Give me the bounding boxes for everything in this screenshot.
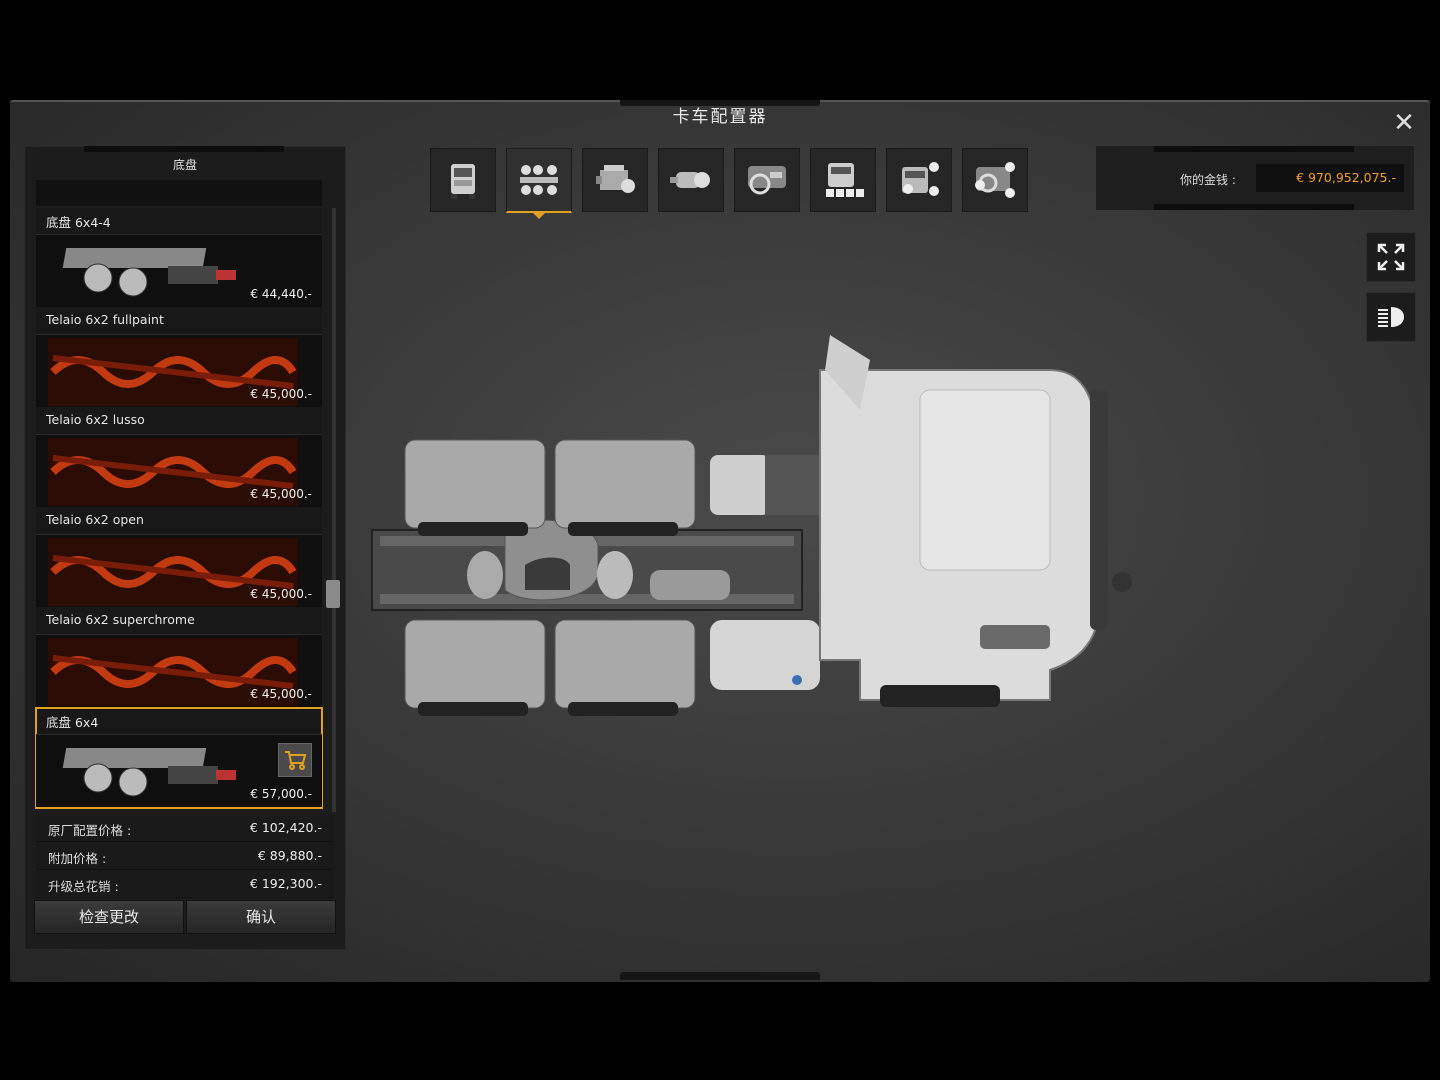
item-price: € 44,440.-	[250, 287, 312, 301]
money-label: 你的金钱 :	[1180, 173, 1236, 187]
list-item[interactable]: Telaio 6x2 open € 45,000.-	[36, 508, 322, 608]
tab-interior[interactable]	[734, 148, 800, 212]
cart-icon	[285, 751, 307, 770]
list-item[interactable]: 底盘 6x4-4 € 44,440.-	[36, 208, 322, 308]
summary-row: 升级总花销 : € 192,300.-	[36, 870, 334, 898]
money-panel: 你的金钱 : € 970,952,075.-	[1096, 146, 1414, 210]
list-item[interactable]: Telaio 6x2 fullpaint € 45,000.-	[36, 308, 322, 408]
tab-exterior-accessories[interactable]	[886, 148, 952, 212]
price-summary: 原厂配置价格 : € 102,420.- 附加价格 : € 89,880.- 升…	[36, 814, 334, 898]
parts-panel: 底盘 底盘 6x4-4 € 44,440.- Telaio 6x2 fullpa…	[24, 146, 346, 950]
item-label: 底盘 6x4-4	[46, 215, 111, 230]
tab-chassis[interactable]	[506, 148, 572, 219]
item-price: € 45,000.-	[250, 387, 312, 401]
title-tab-bottom	[620, 972, 820, 980]
summary-value: € 192,300.-	[249, 876, 322, 891]
fullscreen-button[interactable]	[1366, 232, 1416, 282]
item-price: € 45,000.-	[250, 487, 312, 501]
chassis-icon	[520, 165, 558, 195]
parts-list: 底盘 6x4-4 € 44,440.- Telaio 6x2 fullpaint…	[35, 208, 323, 809]
summary-label: 升级总花销 :	[48, 879, 119, 894]
interior-accessories-icon	[975, 162, 1015, 198]
list-item-selected[interactable]: 底盘 6x4 € 57,000.-	[35, 707, 323, 809]
item-label: Telaio 6x2 open	[46, 512, 144, 527]
money-panel-bottom-bar	[1154, 204, 1354, 210]
list-scrollbar[interactable]	[332, 208, 336, 812]
tab-engine[interactable]	[582, 148, 648, 212]
truck-preview[interactable]	[360, 330, 1150, 730]
panel-top-bar	[84, 146, 284, 152]
confirm-button[interactable]: 确认	[186, 900, 336, 934]
fullscreen-icon	[1377, 243, 1405, 271]
summary-label: 附加价格 :	[48, 851, 107, 866]
scrollbar-thumb[interactable]	[326, 580, 340, 608]
item-price: € 45,000.-	[250, 587, 312, 601]
list-item[interactable]: Telaio 6x2 superchrome € 45,000.-	[36, 608, 322, 708]
lights-button[interactable]	[1366, 292, 1416, 342]
interior-icon	[748, 166, 786, 195]
transmission-icon	[670, 172, 710, 188]
item-label: Telaio 6x2 superchrome	[46, 612, 195, 627]
money-box: € 970,952,075.-	[1256, 164, 1404, 192]
summary-value: € 89,880.-	[257, 848, 322, 863]
category-tabs	[430, 148, 1028, 219]
item-label: Telaio 6x2 fullpaint	[46, 312, 164, 327]
panel-title: 底盘	[172, 158, 197, 172]
engine-icon	[596, 165, 635, 193]
item-label: 底盘 6x4	[46, 715, 99, 730]
headlight-icon	[1378, 307, 1404, 327]
cabin-icon	[826, 163, 864, 197]
tab-interior-accessories[interactable]	[962, 148, 1028, 212]
truck-cab-icon	[451, 164, 475, 199]
list-item[interactable]: Telaio 6x2 lusso € 45,000.-	[36, 408, 322, 508]
tab-cabin[interactable]	[810, 148, 876, 212]
tab-truck[interactable]	[430, 148, 496, 212]
close-icon[interactable]: ✕	[1390, 110, 1418, 138]
panel-subheader	[36, 180, 322, 206]
review-changes-button[interactable]: 检查更改	[34, 900, 184, 934]
summary-row: 原厂配置价格 : € 102,420.-	[36, 814, 334, 842]
summary-value: € 102,420.-	[249, 820, 322, 835]
money-panel-top-bar	[1154, 146, 1354, 152]
window-title: 卡车配置器	[672, 107, 768, 127]
item-price: € 45,000.-	[250, 687, 312, 701]
tab-transmission[interactable]	[658, 148, 724, 212]
summary-label: 原厂配置价格 :	[48, 823, 132, 838]
exterior-accessories-icon	[902, 162, 939, 196]
item-price: € 57,000.-	[250, 787, 312, 801]
buy-button[interactable]	[278, 743, 312, 777]
money-value: € 970,952,075.-	[1296, 170, 1396, 185]
summary-row: 附加价格 : € 89,880.-	[36, 842, 334, 870]
item-label: Telaio 6x2 lusso	[46, 412, 145, 427]
